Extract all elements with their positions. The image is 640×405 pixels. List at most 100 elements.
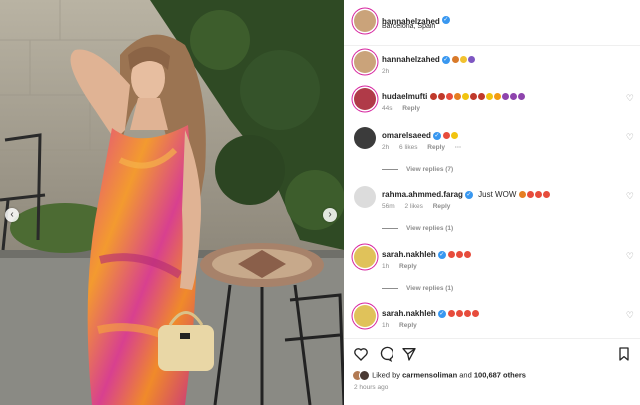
- emoji-row: [448, 250, 472, 259]
- verified-badge-icon: ✓: [464, 190, 473, 199]
- emoji-icon: [464, 310, 472, 318]
- emoji-icon: [460, 56, 468, 64]
- comment-item: sarah.nakhleh ✓ 1h Reply ♡: [344, 246, 640, 276]
- emoji-icon: [518, 191, 526, 199]
- comments-list: hannahelzahed ✓ 2h hudaelmufti 44s Reply …: [344, 47, 640, 337]
- view-replies-button[interactable]: View replies (1): [382, 285, 453, 292]
- divider: [382, 227, 398, 229]
- comment-likes[interactable]: 6 likes: [399, 144, 417, 151]
- view-replies-button[interactable]: View replies (1): [382, 225, 453, 232]
- comment-username[interactable]: sarah.nakhleh: [382, 309, 436, 318]
- view-replies-button[interactable]: View replies (7): [382, 166, 453, 173]
- emoji-icon: [429, 93, 437, 101]
- emoji-icon: [456, 251, 464, 259]
- save-bookmark-icon[interactable]: [616, 346, 632, 362]
- like-comment-heart-icon[interactable]: ♡: [626, 132, 634, 143]
- emoji-icon: [453, 93, 461, 101]
- emoji-icon: [468, 56, 476, 64]
- comment-avatar[interactable]: [354, 246, 376, 268]
- comment-meta: 1h Reply: [382, 263, 425, 270]
- reply-button[interactable]: Reply: [402, 105, 420, 112]
- comment-meta: 44s Reply: [382, 105, 428, 112]
- emoji-icon: [485, 93, 493, 101]
- reply-button[interactable]: Reply: [399, 263, 417, 270]
- next-photo-button[interactable]: ›: [323, 208, 337, 222]
- comment-line: omarelsaeed ✓: [382, 131, 459, 140]
- comment-avatar[interactable]: [354, 186, 376, 208]
- liker-avatar: [359, 370, 370, 381]
- verified-badge-icon: ✓: [437, 309, 446, 318]
- comment-meta: 56m 2 likes Reply: [382, 203, 458, 210]
- post-side-panel: hannahelzahed ✓ Barcelona, Spain hannahel…: [344, 0, 640, 405]
- reply-button[interactable]: Reply: [427, 144, 445, 151]
- divider: [382, 287, 398, 289]
- comment-time: 44s: [382, 105, 393, 112]
- share-paper-plane-icon[interactable]: [401, 346, 417, 362]
- author-avatar[interactable]: [354, 10, 376, 32]
- comment-item: rahma.ahmmed.farag ✓ Just WOW 56m 2 likes…: [344, 186, 640, 216]
- like-comment-heart-icon[interactable]: ♡: [626, 191, 634, 202]
- comment-username[interactable]: hannahelzahed: [382, 55, 440, 64]
- comment-avatar[interactable]: [354, 305, 376, 327]
- comment-avatar[interactable]: [354, 127, 376, 149]
- comment-line: rahma.ahmmed.farag ✓ Just WOW: [382, 190, 551, 199]
- emoji-icon: [443, 132, 451, 140]
- emoji-row: [518, 190, 551, 199]
- emoji-icon: [464, 251, 472, 259]
- comment-time: 1h: [382, 322, 390, 329]
- reply-button[interactable]: Reply: [399, 322, 417, 329]
- comment-username[interactable]: rahma.ahmmed.farag: [382, 190, 463, 199]
- comment-meta: 1h Reply: [382, 322, 425, 329]
- comment-time: 1h: [382, 263, 390, 270]
- comment-time: 2h: [382, 68, 390, 75]
- like-heart-icon[interactable]: [353, 346, 369, 362]
- comment-avatar[interactable]: [354, 88, 376, 110]
- emoji-icon: [493, 93, 501, 101]
- divider: [382, 168, 398, 170]
- comment-meta: 2h 6 likes Reply ···: [382, 144, 469, 151]
- emoji-icon: [477, 93, 485, 101]
- emoji-icon: [445, 93, 453, 101]
- post-photo: ‹ ›: [0, 0, 344, 405]
- emoji-row: [429, 92, 526, 101]
- verified-badge-icon: ✓: [441, 55, 450, 64]
- comment-username[interactable]: hudaelmufti: [382, 92, 427, 101]
- like-comment-heart-icon[interactable]: ♡: [626, 251, 634, 262]
- reply-button[interactable]: Reply: [433, 203, 451, 210]
- caption-item: hannahelzahed ✓ 2h: [344, 51, 640, 81]
- emoji-icon: [456, 310, 464, 318]
- liker-username[interactable]: carmensoliman: [402, 370, 457, 379]
- likes-connector: and: [459, 370, 472, 380]
- comment-time: 56m: [382, 203, 395, 210]
- post-location[interactable]: Barcelona, Spain: [382, 23, 435, 30]
- comment-meta: 2h: [382, 68, 397, 75]
- like-comment-heart-icon[interactable]: ♡: [626, 93, 634, 104]
- emoji-icon: [526, 191, 534, 199]
- emoji-icon: [469, 93, 477, 101]
- comment-text: Just WOW: [478, 190, 517, 199]
- comment-line: sarah.nakhleh ✓: [382, 309, 480, 318]
- emoji-row: [443, 131, 459, 140]
- comment-avatar[interactable]: [354, 51, 376, 73]
- comment-likes[interactable]: 2 likes: [404, 203, 422, 210]
- comment-options-icon[interactable]: ···: [455, 144, 462, 151]
- comment-username[interactable]: sarah.nakhleh: [382, 250, 436, 259]
- comment-line: hudaelmufti: [382, 92, 526, 101]
- view-replies-label: View replies (1): [406, 285, 454, 292]
- post-header: hannahelzahed ✓ Barcelona, Spain: [344, 0, 640, 46]
- verified-badge-icon: ✓: [441, 15, 450, 24]
- likes-count[interactable]: 100,687 others: [474, 370, 526, 379]
- likes-summary: Liked by carmensoliman and 100,687 other…: [352, 370, 526, 381]
- emoji-icon: [452, 56, 460, 64]
- emoji-icon: [517, 93, 525, 101]
- comment-item: sarah.nakhleh ✓ 1h Reply ♡: [344, 305, 640, 335]
- comment-username[interactable]: omarelsaeed: [382, 131, 431, 140]
- emoji-icon: [461, 93, 469, 101]
- previous-photo-button[interactable]: ‹: [5, 208, 19, 222]
- emoji-row: [452, 55, 476, 64]
- view-replies-label: View replies (1): [406, 225, 454, 232]
- like-comment-heart-icon[interactable]: ♡: [626, 310, 634, 321]
- comment-bubble-icon[interactable]: [377, 346, 393, 362]
- emoji-icon: [448, 251, 456, 259]
- post-timestamp: 2 hours ago: [354, 384, 389, 391]
